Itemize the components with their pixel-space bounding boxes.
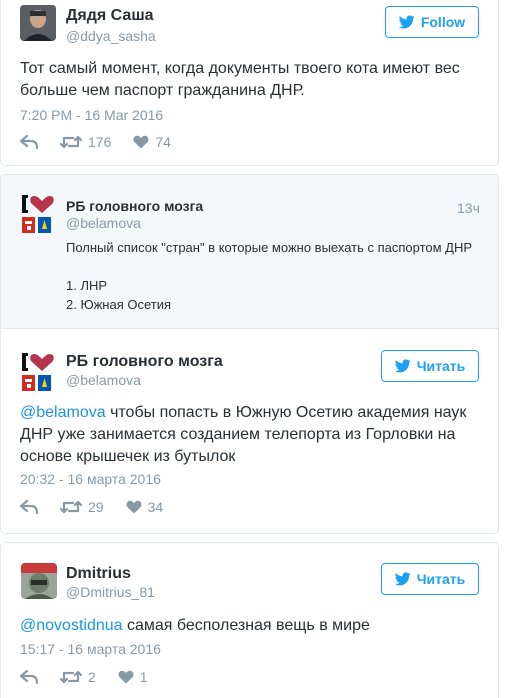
avatar[interactable] — [20, 5, 56, 41]
follow-label: Читать — [416, 571, 466, 587]
follow-label: Follow — [420, 14, 466, 30]
like-button[interactable]: 1 — [118, 669, 148, 685]
quoted-list-item: 2. Южная Осетия — [66, 297, 172, 312]
like-count: 74 — [155, 134, 171, 150]
quoted-time-ago[interactable]: 13ч — [457, 200, 480, 216]
author-handle[interactable]: @ddya_sasha — [66, 28, 156, 44]
retweet-icon — [60, 500, 82, 514]
like-count: 1 — [139, 669, 148, 685]
mention-link[interactable]: @novostidnua — [20, 617, 123, 634]
like-count: 34 — [147, 499, 164, 515]
tweet-card: Дядя Саша @ddya_sasha Follow Тот самый м… — [0, 0, 499, 166]
follow-label: Читать — [416, 358, 466, 374]
quoted-list-item: 1. ЛНР — [66, 278, 108, 293]
author-handle[interactable]: @Dmitrius_81 — [66, 584, 155, 600]
tweet-text: @novostidnua самая бесполезная вещь в ми… — [20, 615, 482, 637]
quoted-text: Полный список "стран" в которые можно вы… — [66, 240, 473, 255]
i-heart-flags-icon — [20, 353, 54, 391]
author-name[interactable]: РБ головного мозга — [66, 353, 223, 371]
twitter-bird-icon — [394, 359, 411, 373]
follow-button[interactable]: Читать — [381, 563, 479, 595]
retweet-count: 2 — [88, 669, 96, 685]
reply-icon — [20, 670, 38, 684]
reply-icon — [20, 135, 38, 149]
quoted-tweet[interactable]: РБ головного мозга @belamova 13ч Полный … — [1, 175, 498, 329]
tweet-text-body: самая бесполезная вещь в мире — [122, 617, 370, 634]
reply-button[interactable] — [20, 670, 38, 684]
tweet-card: Dmitrius @Dmitrius_81 Читать @novostidnu… — [0, 542, 499, 698]
tweet-timestamp[interactable]: 20:32 - 16 марта 2016 — [20, 471, 161, 487]
tweet-timestamp[interactable]: 7:20 PM - 16 Mar 2016 — [20, 107, 163, 123]
reply-icon — [20, 500, 38, 514]
tweet-actions: 2 1 — [20, 669, 170, 685]
retweet-count: 29 — [88, 499, 104, 515]
tweet-text: Тот самый момент, когда документы твоего… — [20, 60, 460, 99]
reply-button[interactable] — [20, 500, 38, 514]
retweet-icon — [60, 670, 82, 684]
reply-button[interactable] — [20, 135, 38, 149]
tweet-text: @belamova чтобы попасть в Южную Осетию а… — [20, 402, 482, 468]
author-name[interactable]: Dmitrius — [66, 565, 131, 583]
author-name[interactable]: Дядя Саша — [66, 7, 154, 25]
follow-button[interactable]: Читать — [381, 350, 479, 382]
avatar[interactable] — [21, 563, 57, 599]
heart-icon — [133, 135, 149, 149]
retweet-button[interactable]: 29 — [60, 499, 104, 515]
i-heart-flags-icon — [20, 195, 54, 233]
like-button[interactable]: 34 — [126, 499, 164, 515]
tweet-actions: 176 74 — [20, 134, 193, 150]
twitter-bird-icon — [398, 15, 415, 29]
heart-icon — [126, 500, 142, 514]
tweet-card: РБ головного мозга @belamova 13ч Полный … — [0, 174, 499, 534]
author-handle[interactable]: @belamova — [66, 372, 141, 388]
tweet-actions: 29 34 — [20, 499, 185, 515]
quoted-author-name[interactable]: РБ головного мозга — [66, 198, 203, 214]
heart-icon — [118, 670, 134, 684]
avatar[interactable] — [20, 351, 54, 395]
pahonia-avatar — [20, 193, 54, 237]
retweet-icon — [60, 135, 82, 149]
retweet-button[interactable]: 176 — [60, 134, 111, 150]
like-button[interactable]: 74 — [133, 134, 171, 150]
tweet-timestamp[interactable]: 15:17 - 16 марта 2016 — [20, 641, 161, 657]
retweet-button[interactable]: 2 — [60, 669, 96, 685]
quoted-author-handle[interactable]: @belamova — [66, 215, 141, 231]
retweet-count: 176 — [88, 134, 112, 150]
twitter-bird-icon — [394, 572, 411, 586]
mention-link[interactable]: @belamova — [20, 404, 106, 421]
follow-button[interactable]: Follow — [385, 6, 479, 38]
